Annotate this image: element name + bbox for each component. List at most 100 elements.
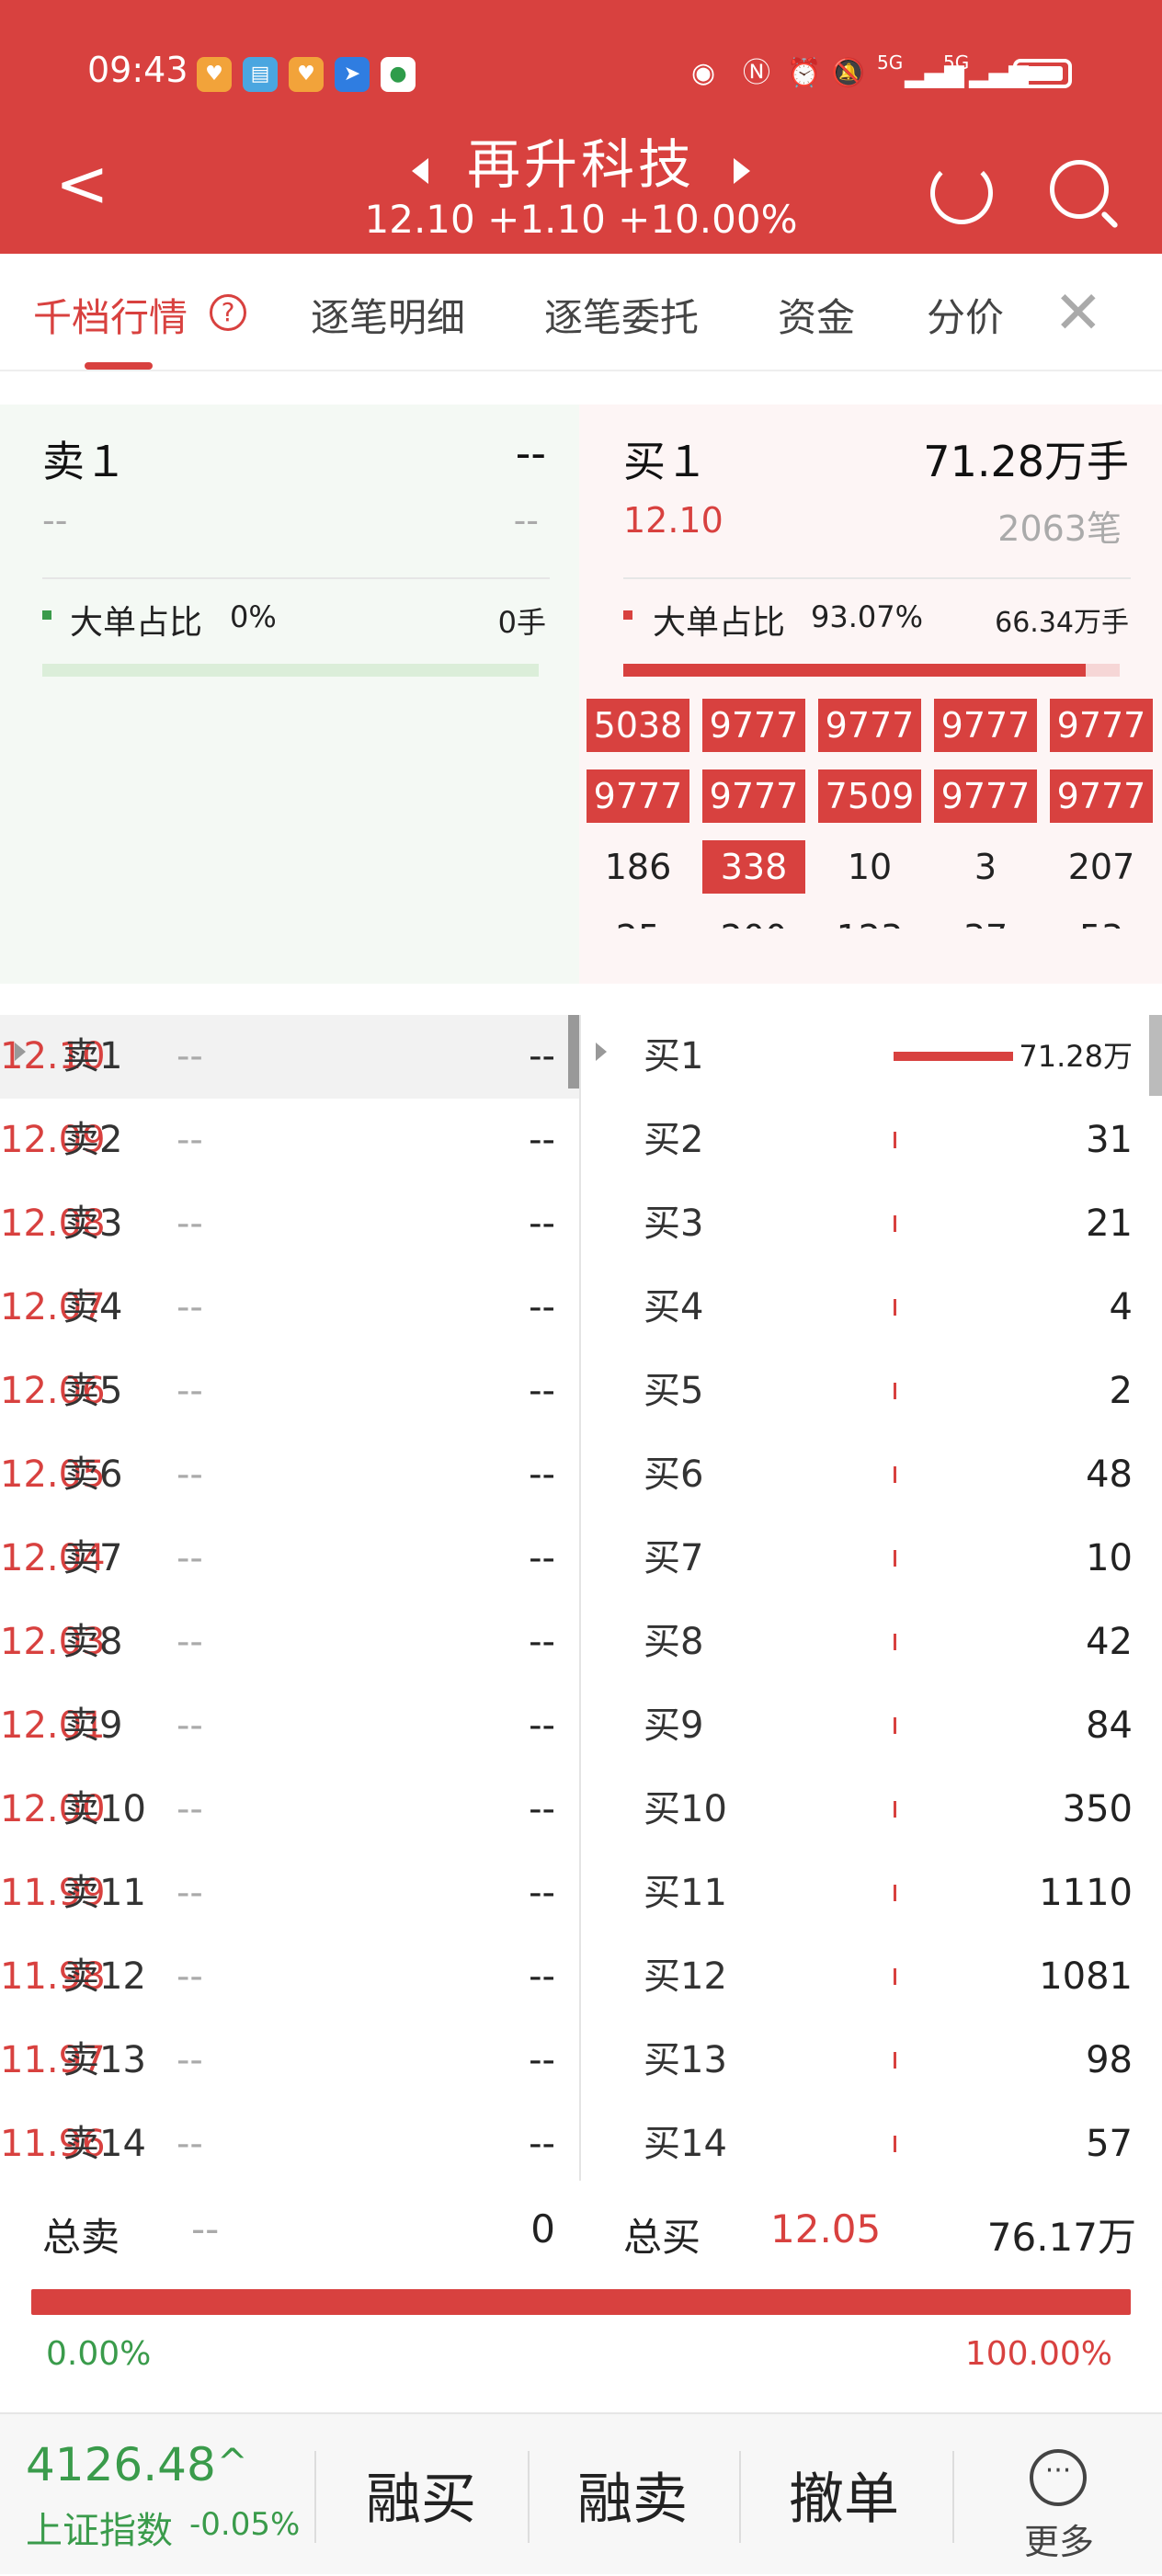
notification-app-icon: ♥ [197,57,232,92]
tab-trade-detail[interactable]: 逐笔明细 [311,287,465,343]
sell-level-volume: -- [529,2039,555,2081]
buy-level-volume-bar [894,1717,896,1734]
search-icon[interactable] [1050,160,1109,219]
sell-level-label: 卖7 [63,1537,123,1579]
order-book-row[interactable]: 卖8 -- -- 买8 12.03 42 [0,1601,1162,1684]
index-change: -0.05% [189,2506,301,2543]
sell-big-order-dot [42,610,51,620]
queue-cell: 186 [604,847,672,887]
tab-order-detail[interactable]: 逐笔委托 [544,287,699,343]
index-ticker[interactable]: 4126.48 ^ 上证指数 -0.05% [0,2414,313,2576]
buy-level-label: 买12 [644,1955,727,1998]
buy-ratio: 100.00% [964,2335,1112,2373]
refresh-icon[interactable] [930,162,993,224]
alarm-icon: ⏰ [787,57,822,89]
signal-5g-icon: 5G [943,51,970,74]
sell-level-price: -- [177,1955,203,1998]
buy-level-label: 买3 [644,1203,704,1245]
order-book-row[interactable]: 卖5 -- -- 买5 12.06 2 [0,1350,1162,1433]
sell-level-volume: -- [529,1955,555,1998]
order-book-row[interactable]: 卖11 -- -- 买11 11.99 1110 [0,1852,1162,1935]
total-sell-label: 总卖 [42,2215,120,2260]
separator [528,2451,530,2543]
sell-level-volume: -- [529,1621,555,1663]
buy-level-label: 买13 [644,2039,727,2081]
order-book-row[interactable]: 卖9 -- -- 买9 12.01 84 [0,1684,1162,1768]
order-book-row[interactable]: 卖6 -- -- 买6 12.05 48 [0,1433,1162,1517]
buy-level-volume: 71.28万 [1019,1039,1133,1074]
buy-level-label: 买9 [644,1704,704,1747]
queue-cell: 5038 [587,699,689,752]
help-icon[interactable]: ? [210,294,246,331]
buy-level-label: 买4 [644,1286,704,1328]
sell1-volume: -- [515,428,546,478]
sell-level-label: 卖4 [63,1286,123,1328]
buy-level-label: 买2 [644,1119,704,1161]
queue-cell: 9777 [702,699,805,752]
sell1-title: 卖１ [42,437,127,486]
order-book-row[interactable]: 卖10 -- -- 买10 12.00 350 [0,1768,1162,1852]
tab-indicator [85,362,153,370]
buy1-count: 2063笔 [997,508,1122,549]
buy-level-volume: 350 [1062,1788,1133,1830]
buy-level-label: 买5 [644,1370,704,1412]
sell-level-price: -- [177,1704,203,1747]
cancel-order-button[interactable]: 撤单 [752,2455,936,2535]
order-book-row[interactable]: 卖1 -- -- 买1 12.10 71.28万 [0,1015,1162,1099]
index-value: 4126.48 [26,2438,216,2491]
buy-level-label: 买1 [644,1035,704,1077]
buy-level-volume-bar [894,1885,896,1901]
buy-level-volume-bar [894,1466,896,1483]
order-book-row[interactable]: 卖3 -- -- 买3 12.08 21 [0,1182,1162,1266]
buy-level-volume-bar [894,1299,896,1316]
queue-cell: 3 [974,847,997,887]
sell-level-volume: -- [529,2123,555,2165]
sell-level-label: 卖10 [63,1788,146,1830]
sell-level-label: 卖11 [63,1872,146,1914]
next-stock-icon[interactable] [734,158,750,184]
order-book-row[interactable]: 卖2 -- -- 买2 12.09 31 [0,1099,1162,1182]
margin-sell-button[interactable]: 融卖 [541,2455,724,2535]
buy-summary-panel: 买１ 71.28万手 12.10 2063笔 大单占比 93.07% 66.34… [579,405,1162,984]
sell-level-volume: -- [529,1872,555,1914]
order-book-row[interactable]: 卖7 -- -- 买7 12.04 10 [0,1517,1162,1601]
buy-level-volume: 48 [1086,1453,1133,1496]
tab-price-distribution[interactable]: 分价 [927,287,1004,343]
sell-level-label: 卖9 [63,1704,123,1747]
buy-level-label: 买6 [644,1453,704,1496]
queue-cell: 338 [702,840,805,894]
buy-level-volume: 2 [1109,1370,1133,1412]
divider [42,577,550,579]
order-book-row[interactable]: 卖14 -- -- 买14 11.96 57 [0,2103,1162,2186]
queue-grid: 5038 9777 9777 9777 9777 9777 9777 7509 9777 9777… [587,699,1156,929]
sell-level-price: -- [177,1621,203,1663]
buy1-title: 买１ [623,437,708,486]
sell-big-order-pct: 0% [230,599,277,634]
order-book-row[interactable]: 卖12 -- -- 买12 11.98 1081 [0,1935,1162,2019]
sell-level-price: -- [177,1035,203,1077]
total-buy-volume: 76.17万 [986,2215,1136,2260]
close-icon[interactable]: ✕ [1054,279,1103,348]
buy-big-order-pct: 93.07% [811,599,924,634]
order-book-row[interactable]: 卖13 -- -- 买13 11.97 98 [0,2019,1162,2103]
buy-big-order-bar [623,664,1120,677]
tab-capital[interactable]: 资金 [778,287,855,343]
more-button[interactable]: ··· 更多 [984,2414,1140,2576]
battery-icon [1013,59,1072,88]
order-book-row[interactable]: 卖4 -- -- 买4 12.07 4 [0,1266,1162,1350]
queue-cell: 7509 [818,769,921,823]
sell-ratio: 0.00% [46,2335,152,2373]
sell-level-price: -- [177,1788,203,1830]
more-icon: ··· [1030,2449,1087,2506]
sell-summary-panel: 卖１ -- -- -- 大单占比 0% 0手 [0,405,579,984]
buy-level-label: 买11 [644,1872,727,1914]
tab-depth-quote[interactable]: 千档行情 [33,287,188,343]
queue-cell: 200 [702,911,805,929]
buy-level-volume: 1110 [1039,1872,1133,1914]
buy-level-volume-bar [894,1968,896,1985]
sell-level-price: -- [177,1119,203,1161]
margin-buy-button[interactable]: 融买 [329,2455,513,2535]
buy-level-volume: 21 [1086,1203,1133,1245]
sell-level-volume: -- [529,1537,555,1579]
sell-level-label: 卖12 [63,1955,146,1998]
